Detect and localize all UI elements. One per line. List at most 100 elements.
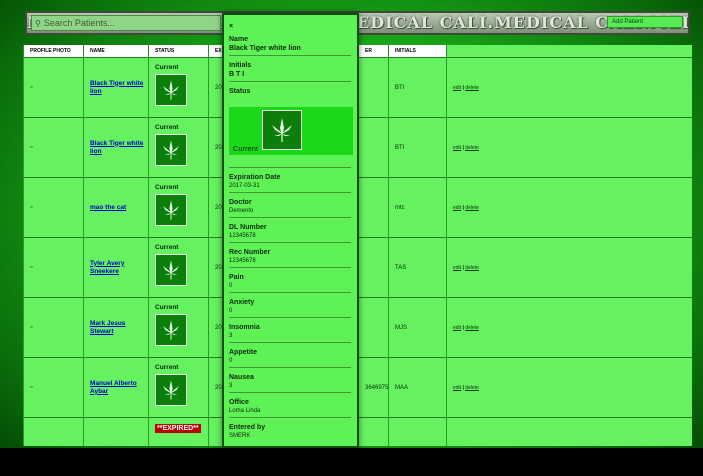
- modal-office-label: Office: [229, 399, 249, 406]
- modal-entered-by-value: SMERK: [229, 433, 251, 439]
- edit-link[interactable]: edit: [453, 325, 461, 331]
- expired-badge: **EXPIRED**: [155, 424, 201, 433]
- modal-insomnia-value: 3: [229, 333, 233, 339]
- action-separator: |: [462, 204, 464, 211]
- edit-link[interactable]: edit: [453, 85, 461, 91]
- delete-link[interactable]: delete: [465, 385, 479, 391]
- rec-cell: [358, 177, 389, 238]
- modal-initials-label: Initials: [229, 62, 252, 69]
- modal-appetite-value: 0: [229, 358, 233, 364]
- modal-nausea-label: Nausea: [229, 374, 254, 381]
- cannabis-leaf-icon: [155, 133, 187, 166]
- bottom-band: [0, 448, 703, 476]
- patient-name-link[interactable]: Mark Jesus Stewart: [90, 320, 125, 335]
- modal-insomnia-label: Insomnia: [229, 324, 260, 331]
- cannabis-leaf-icon: [155, 73, 187, 106]
- modal-name-label: Name: [229, 36, 249, 43]
- initials-cell: mtc: [388, 177, 447, 238]
- initials-cell: BTI: [388, 117, 447, 178]
- cannabis-leaf-icon: [155, 193, 187, 226]
- modal-name-value: Black Tiger white lion: [229, 45, 301, 52]
- action-separator: |: [462, 264, 464, 271]
- status-label: Current: [155, 63, 179, 71]
- delete-link[interactable]: delete: [465, 145, 479, 151]
- row-actions: edit | delete: [446, 57, 692, 118]
- status-label: Current: [155, 303, 179, 311]
- action-separator: |: [462, 324, 464, 331]
- photo-placeholder-icon: ▫: [23, 297, 84, 358]
- initials-cell: TAS: [388, 237, 447, 298]
- photo-placeholder-icon: ▫: [23, 117, 84, 178]
- modal-rec-value: 12345678: [229, 258, 256, 264]
- status-label: Current: [155, 183, 179, 191]
- modal-dl-label: DL Number: [229, 224, 267, 231]
- photo-placeholder-icon: ▫: [23, 57, 84, 118]
- patient-name-link[interactable]: Tyler Avery Sneekere: [90, 260, 124, 275]
- column-header-initials: INITIALS: [388, 45, 447, 58]
- modal-anxiety-label: Anxiety: [229, 299, 255, 306]
- status-label: Current: [155, 123, 179, 131]
- action-separator: |: [462, 144, 464, 151]
- row-actions: edit | delete: [446, 117, 692, 178]
- photo-placeholder-icon: ▫: [23, 237, 84, 298]
- rec-cell: [358, 117, 389, 178]
- modal-doctor-label: Doctor: [229, 199, 252, 206]
- modal-status-label: Status: [229, 88, 251, 95]
- rec-cell: 3646975: [358, 357, 389, 418]
- delete-link[interactable]: delete: [465, 265, 479, 271]
- row-actions: edit | delete: [446, 237, 692, 298]
- modal-initials-value: B T I: [229, 71, 245, 78]
- modal-expiration-label: Expiration Date: [229, 174, 281, 181]
- modal-pain-value: 0: [229, 283, 233, 289]
- delete-link[interactable]: delete: [465, 325, 479, 331]
- edit-link[interactable]: edit: [453, 265, 461, 271]
- modal-doctor-value: Demento: [229, 208, 254, 214]
- modal-rec-label: Rec Number: [229, 249, 271, 256]
- column-header-photo: PROFILE PHOTO: [23, 45, 84, 58]
- modal-entered-by-label: Entered by: [229, 424, 266, 431]
- modal-nausea-value: 3: [229, 383, 233, 389]
- cannabis-leaf-icon: [155, 313, 187, 346]
- photo-placeholder-icon: ▫: [23, 357, 84, 418]
- modal-office-value: Loma Linda: [229, 408, 261, 414]
- photo-placeholder-icon: ▫: [23, 177, 84, 238]
- modal-anxiety-value: 0: [229, 308, 233, 314]
- modal-expiration-value: 2017-03-31: [229, 183, 260, 189]
- rec-cell: [358, 237, 389, 298]
- column-header-status: STATUS: [148, 45, 209, 58]
- modal-appetite-label: Appetite: [229, 349, 257, 356]
- cannabis-leaf-icon: [155, 373, 187, 406]
- modal-status-value: Current: [233, 144, 259, 153]
- add-patient-button[interactable]: Add Patient: [607, 16, 683, 28]
- action-separator: |: [462, 384, 464, 391]
- patient-name-link[interactable]: Black Tiger white lion: [90, 80, 143, 95]
- search-placeholder: Search Patients...: [43, 18, 115, 28]
- initials-cell: MJS: [388, 297, 447, 358]
- patient-name-link[interactable]: Black Tiger white lion: [90, 140, 143, 155]
- row-actions: edit | delete: [446, 297, 692, 358]
- edit-link[interactable]: edit: [453, 205, 461, 211]
- edit-link[interactable]: edit: [453, 385, 461, 391]
- status-label: Current: [155, 243, 179, 251]
- edit-link[interactable]: edit: [453, 145, 461, 151]
- rec-cell: [358, 297, 389, 358]
- close-icon[interactable]: ×: [229, 23, 351, 30]
- modal-dl-value: 12345678: [229, 233, 256, 239]
- status-label: Current: [155, 363, 179, 371]
- column-header-actions: [446, 45, 692, 58]
- patient-name-link[interactable]: Manuel Alberto Aybar: [90, 380, 137, 395]
- patient-detail-modal: × Name Black Tiger white lion Initials B…: [222, 13, 359, 448]
- modal-status-card: Current: [229, 107, 353, 155]
- column-header-rec: ER: [358, 45, 389, 58]
- delete-link[interactable]: delete: [465, 205, 479, 211]
- rec-cell: [358, 57, 389, 118]
- initials-cell: MAA: [388, 357, 447, 418]
- patient-name-link[interactable]: mao the cat: [90, 204, 126, 211]
- initials-cell: BTI: [388, 57, 447, 118]
- cannabis-leaf-icon: [262, 110, 302, 150]
- column-header-name: NAME: [83, 45, 149, 58]
- cannabis-leaf-icon: [155, 253, 187, 286]
- search-input[interactable]: ⚲ Search Patients...: [31, 15, 221, 31]
- delete-link[interactable]: delete: [465, 85, 479, 91]
- row-actions: edit | delete: [446, 177, 692, 238]
